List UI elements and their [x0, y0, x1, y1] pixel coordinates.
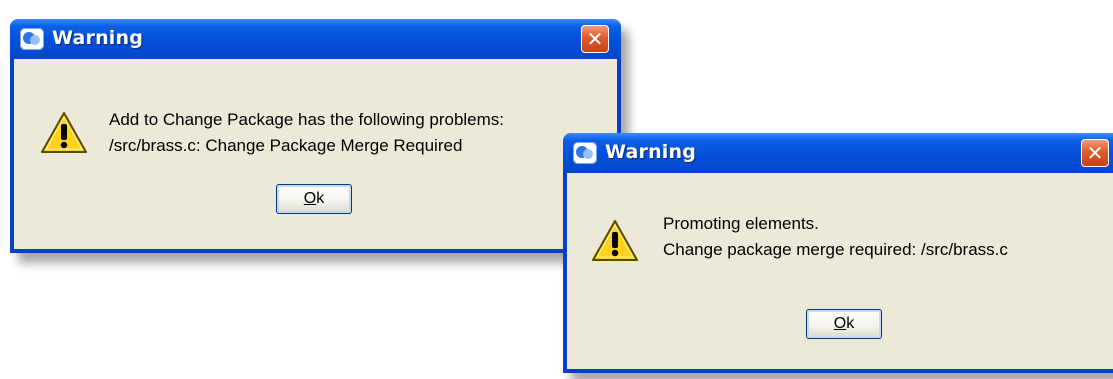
warning-icon	[592, 220, 638, 261]
app-icon	[20, 28, 44, 50]
dialog-1-message: Add to Change Package has the following …	[109, 107, 504, 159]
close-icon: ✕	[586, 27, 604, 51]
app-icon	[573, 142, 597, 164]
dialog-2-close-button[interactable]: ✕	[1081, 139, 1109, 167]
ok-label: Ok	[303, 190, 325, 207]
ok-label: Ok	[833, 315, 855, 332]
dialog-1-close-button[interactable]: ✕	[581, 25, 609, 53]
warning-dialog-2: Warning ✕ Promoting elements. Change pac…	[563, 133, 1113, 373]
message-line: Promoting elements.	[663, 214, 819, 233]
dialog-2-message: Promoting elements. Change package merge…	[663, 211, 1008, 263]
message-line: /src/brass.c: Change Package Merge Requi…	[109, 136, 463, 155]
dialog-1-ok-button[interactable]: Ok	[276, 184, 352, 214]
dialog-2-body: Promoting elements. Change package merge…	[567, 173, 1113, 369]
dialog-1-body: Add to Change Package has the following …	[14, 59, 617, 249]
message-line: Add to Change Package has the following …	[109, 110, 505, 129]
close-icon: ✕	[1086, 141, 1104, 165]
message-line: Change package merge required: /src/bras…	[663, 240, 1008, 259]
warning-icon	[41, 112, 87, 153]
dialog-2-titlebar[interactable]: Warning ✕	[563, 133, 1113, 173]
dialog-2-title: Warning	[605, 141, 697, 163]
dialog-2-ok-button[interactable]: Ok	[806, 309, 882, 339]
dialog-1-title: Warning	[52, 27, 144, 49]
dialog-1-titlebar[interactable]: Warning ✕	[10, 19, 621, 59]
warning-dialog-1: Warning ✕ Add to Change Package has the …	[10, 19, 621, 253]
